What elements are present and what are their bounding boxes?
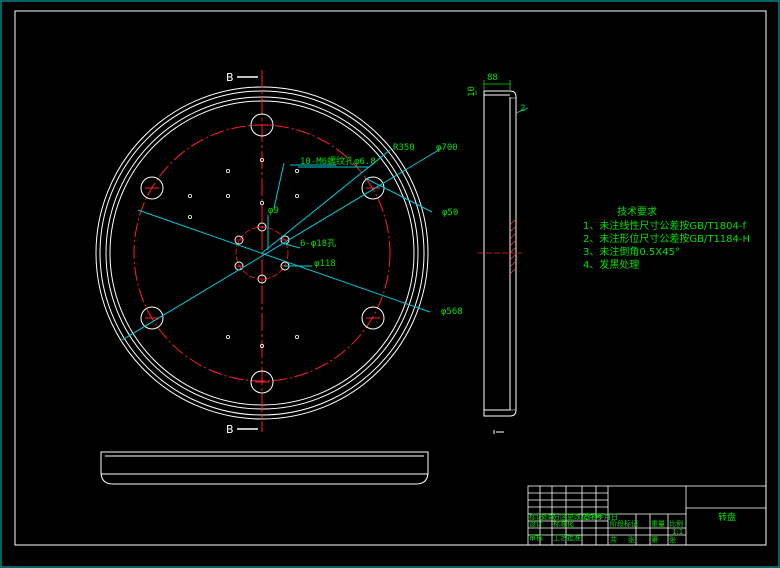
inner-border (14, 10, 767, 546)
tech-title: 技术要求 (617, 205, 657, 218)
svg-text:比例: 比例 (669, 519, 683, 528)
section-label-bottom: B (226, 423, 234, 436)
front-view: 10-M6螺纹孔φ6.8 R350 φ700 φ50 φ9 6-φ18孔 φ11… (95, 70, 463, 436)
dim-c2: 2 (520, 104, 525, 114)
leader-lines (121, 147, 443, 341)
svg-text:张: 张 (669, 535, 676, 544)
svg-text:共: 共 (610, 535, 617, 544)
dim-r350: R350 (393, 143, 415, 153)
dim-width88: 88 (487, 73, 498, 83)
bottom-section-view (100, 451, 429, 485)
title-block-text: 转盘 1:1 标记 处数 分区 更改文件号 签名 年月日 设计 标准化 阶段标记… (529, 511, 736, 544)
outer-border (0, 0, 780, 568)
tech-item: 1、未注线性尺寸公差按GB/T1804-f (583, 219, 747, 232)
dim-d700: φ700 (436, 143, 458, 153)
small-holes (187, 157, 299, 348)
dim-hole-pattern: 10-M6螺纹孔φ6.8 (300, 155, 376, 167)
dim-d9: φ9 (268, 206, 279, 216)
svg-text:签名: 签名 (583, 512, 597, 521)
cad-drawing-canvas: 10-M6螺纹孔φ6.8 R350 φ700 φ50 φ9 6-φ18孔 φ11… (0, 0, 780, 568)
svg-text:张: 张 (628, 535, 635, 544)
dim-d118: φ118 (314, 259, 336, 269)
svg-text:审核: 审核 (529, 533, 543, 542)
dim-h10: 10 (467, 86, 477, 97)
svg-text:标准化: 标准化 (553, 519, 574, 528)
part-name: 转盘 (718, 511, 736, 523)
tech-requirements: 技术要求 1、未注线性尺寸公差按GB/T1804-f 2、未注形位尺寸公差按GB… (583, 205, 750, 271)
svg-text:重量: 重量 (651, 520, 665, 528)
tech-item: 3、未注倒角0.5X45° (583, 245, 680, 258)
tech-item: 2、未注形位尺寸公差按GB/T1184-H (583, 232, 750, 245)
ratio-value: 1:1 (672, 528, 683, 536)
dim-holes-18: 6-φ18孔 (300, 238, 336, 249)
svg-text:第: 第 (651, 535, 658, 544)
svg-text:工艺: 工艺 (553, 534, 567, 542)
side-section-view: 88 10 2 (467, 73, 529, 434)
svg-text:批准: 批准 (567, 533, 581, 542)
svg-text:阶段标记: 阶段标记 (610, 519, 638, 528)
svg-text:设计: 设计 (529, 519, 543, 528)
section-label-top: B (226, 71, 234, 84)
dim-d50: φ50 (442, 208, 458, 218)
tech-item: 4、发黑处理 (583, 258, 639, 271)
dim-d568: φ568 (441, 307, 463, 317)
